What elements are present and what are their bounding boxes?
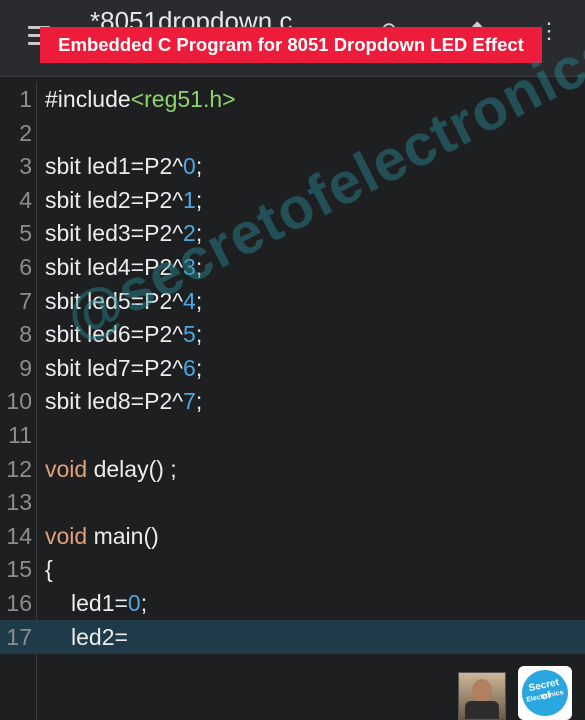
code-text: sbit led1=P2^0; bbox=[45, 149, 202, 183]
code-token: 1 bbox=[183, 186, 196, 213]
line-number: 7 bbox=[19, 287, 32, 314]
code-token: ; bbox=[195, 321, 203, 348]
code-token: led2= bbox=[71, 623, 128, 650]
code-text: led1=0; bbox=[71, 586, 147, 620]
code-text: #include<reg51.h> bbox=[45, 82, 236, 116]
line-number: 4 bbox=[19, 186, 32, 213]
code-text: sbit led8=P2^7; bbox=[45, 384, 202, 418]
channel-logo: Secret of Electronics bbox=[518, 666, 572, 720]
line-number: 12 bbox=[6, 455, 32, 482]
code-token: sbit led2=P2^ bbox=[45, 186, 184, 213]
code-token: ; bbox=[195, 388, 203, 415]
code-line[interactable]: 16 led1=0; bbox=[0, 586, 585, 620]
code-token: void bbox=[45, 522, 88, 549]
line-number: 8 bbox=[19, 321, 32, 348]
code-line[interactable]: 13 bbox=[0, 485, 585, 519]
line-number: 15 bbox=[6, 556, 32, 583]
code-line[interactable]: 12 void delay() ; bbox=[0, 452, 585, 486]
code-token: void bbox=[45, 455, 88, 482]
title-banner: Embedded C Program for 8051 Dropdown LED… bbox=[40, 27, 542, 63]
code-token: main() bbox=[87, 522, 159, 549]
code-token: 6 bbox=[183, 354, 196, 381]
line-number: 11 bbox=[8, 422, 32, 448]
code-token: sbit led8=P2^ bbox=[45, 388, 184, 415]
line-number: 2 bbox=[19, 119, 32, 146]
code-token: { bbox=[45, 556, 53, 583]
code-text: sbit led2=P2^1; bbox=[45, 183, 202, 217]
code-token: delay() ; bbox=[87, 455, 177, 482]
app-bar: *8051dropdown.c ↶ ⬆ ⋮ Embedded C Program… bbox=[0, 0, 585, 77]
code-text: void main() bbox=[45, 519, 159, 553]
code-token: ; bbox=[195, 186, 203, 213]
presenter-avatar bbox=[458, 672, 506, 720]
file-title: *8051dropdown.c bbox=[90, 6, 293, 28]
line-number: 6 bbox=[19, 254, 32, 280]
code-token: 0 bbox=[183, 153, 196, 180]
code-line[interactable]: 14 void main() bbox=[0, 519, 585, 553]
code-token: sbit led7=P2^ bbox=[45, 354, 184, 381]
line-number: 5 bbox=[19, 220, 32, 247]
line-number: 16 bbox=[6, 590, 32, 616]
code-token: <reg51.h> bbox=[130, 86, 236, 112]
code-line-current[interactable]: 17 led2= bbox=[0, 619, 585, 654]
code-line[interactable]: 10 sbit led8=P2^7; bbox=[0, 384, 585, 418]
code-token: sbit led1=P2^ bbox=[45, 153, 184, 180]
code-text: sbit led7=P2^6; bbox=[45, 351, 202, 385]
line-number: 3 bbox=[19, 153, 32, 180]
code-token: led1= bbox=[71, 590, 128, 616]
code-line[interactable]: 9 sbit led7=P2^6; bbox=[0, 351, 585, 385]
code-token: #include bbox=[45, 86, 131, 112]
code-text: led2= bbox=[71, 620, 128, 654]
code-token: 5 bbox=[183, 321, 196, 348]
line-number: 9 bbox=[19, 354, 32, 381]
code-token: ; bbox=[140, 590, 148, 616]
line-number: 14 bbox=[6, 522, 32, 549]
line-number: 1 bbox=[19, 86, 32, 112]
code-text: void delay() ; bbox=[45, 452, 177, 486]
code-token: 0 bbox=[127, 590, 141, 616]
line-number: 10 bbox=[6, 388, 32, 415]
code-token: ; bbox=[195, 153, 203, 180]
code-token: 7 bbox=[183, 388, 196, 415]
line-number: 17 bbox=[6, 623, 32, 650]
code-text: { bbox=[45, 552, 53, 586]
code-line[interactable]: 11 bbox=[0, 418, 585, 452]
line-number: 13 bbox=[6, 489, 32, 516]
code-line[interactable]: 15 { bbox=[0, 552, 585, 586]
code-token: ; bbox=[195, 354, 203, 381]
